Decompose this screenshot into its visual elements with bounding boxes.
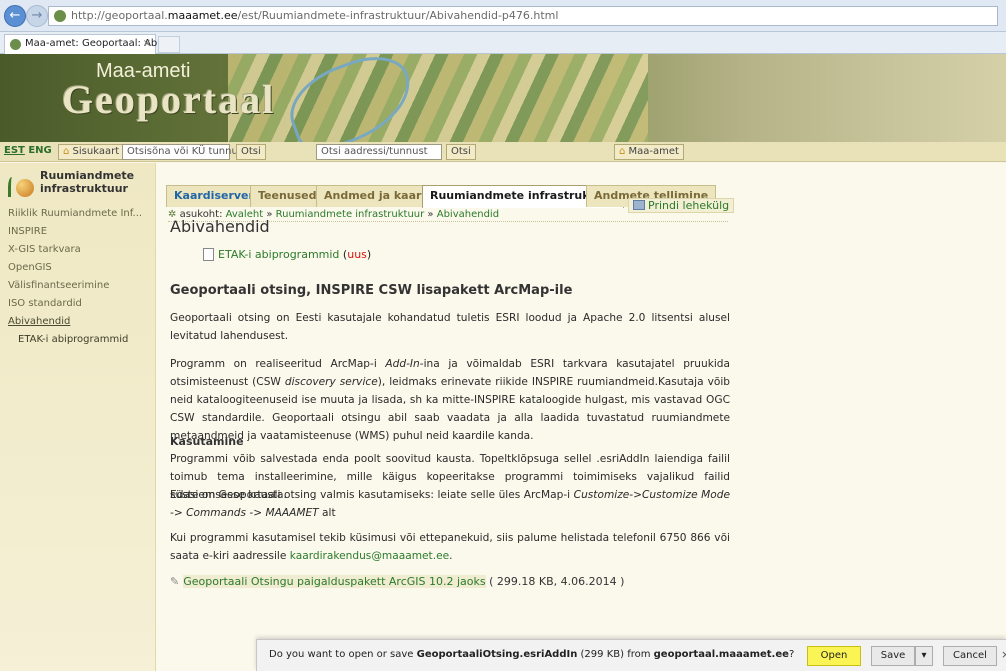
main-content: Kaardiserver Teenused Andmed ja kaardid … (156, 163, 1006, 671)
p4-text-a: Edasi on Geoportaali otsing valmis kasut… (170, 489, 574, 501)
sidebar-item-valisfinantseerimine[interactable]: Välisfinantseerimine (0, 277, 156, 295)
download-notification-bar: Do you want to open or save GeoportaaliO… (256, 639, 1006, 671)
tab-kaardiserver[interactable]: Kaardiserver (166, 185, 262, 207)
cancel-button[interactable]: Cancel (943, 646, 997, 666)
site-header: Maa-ameti Geoportaal (0, 54, 1006, 142)
map-icon: ⌂ (63, 146, 70, 157)
breadcrumb-section[interactable]: Ruumiandmete infrastruktuur (276, 209, 425, 220)
p2-text-a: Programm on realiseeritud ArcMap-i (170, 358, 386, 370)
back-icon[interactable]: ← (4, 5, 26, 27)
save-button[interactable]: Save (871, 646, 915, 666)
left-sidebar: Ruumiandmete infrastruktuur Riiklik Ruum… (0, 163, 156, 671)
new-tab-button[interactable] (158, 36, 180, 53)
sidebar-item-opengis[interactable]: OpenGIS (0, 259, 156, 277)
home-icon: ⌂ (619, 146, 626, 157)
language-switch: EST ENG (4, 144, 52, 160)
paperclip-icon: ✎ (170, 575, 180, 588)
sidebar-item-xgis[interactable]: X-GIS tarkvara (0, 241, 156, 259)
p5-end: . (449, 550, 453, 562)
paragraph-intro: Geoportaali otsing on Eesti kasutajale k… (170, 312, 730, 342)
maa-amet-button[interactable]: ⌂ Maa-amet (614, 144, 684, 160)
site-toolbar: EST ENG ⌂ Sisukaart Otsisõna või KÜ tunn… (0, 142, 1006, 162)
header-map-image (228, 54, 648, 142)
sidebar-item-riiklik[interactable]: Riiklik Ruumiandmete Inf... (0, 205, 156, 223)
lang-est[interactable]: EST (4, 145, 25, 156)
lang-eng[interactable]: ENG (28, 145, 51, 156)
open-button[interactable]: Open (807, 646, 861, 666)
etak-doc-link[interactable]: ETAK-i abiprogrammid (uus) (203, 248, 371, 261)
save-options-dropdown[interactable]: ▾ (915, 646, 933, 666)
usage-title: Kasutamine (170, 435, 244, 448)
url-path: /est/Ruumiandmete-infrastruktuur/Abivahe… (237, 9, 559, 22)
section-title: Geoportaali otsing, INSPIRE CSW lisapake… (170, 283, 573, 298)
breadcrumb-sep: » (427, 209, 434, 220)
close-icon[interactable]: × (1001, 648, 1006, 661)
document-icon (203, 248, 214, 261)
favicon-icon (10, 39, 21, 50)
sidebar-item-inspire[interactable]: INSPIRE (0, 223, 156, 241)
sisukaart-button[interactable]: ⌂ Sisukaart (58, 144, 125, 160)
p4-text-b: alt (318, 507, 336, 519)
paragraph-description: Programm on realiseeritud ArcMap-i Add-I… (170, 355, 730, 445)
address-search-input[interactable]: Otsi aadressi/tunnust (316, 144, 442, 160)
close-tab-icon[interactable]: × (143, 35, 151, 53)
sidebar-item-abivahendid[interactable]: Abivahendid (0, 313, 156, 331)
tab-teenused[interactable]: Teenused (250, 185, 325, 207)
dl-msg-a: Do you want to open or save (269, 649, 417, 660)
browser-address-bar: ← → http://geoportaal.maaamet.ee/est/Ruu… (0, 0, 1006, 32)
browser-tab-bar: Maa-amet: Geoportaal: Abi... × (0, 32, 1006, 54)
sidebar-item-iso[interactable]: ISO standardid (0, 295, 156, 313)
browser-tab[interactable]: Maa-amet: Geoportaal: Abi... × (4, 34, 170, 54)
sidebar-item-etak[interactable]: ETAK-i abiprogrammid (0, 331, 156, 349)
p2-addin: Add-In (385, 358, 420, 370)
url-field[interactable]: http://geoportaal.maaamet.ee/est/Ruumian… (48, 6, 998, 26)
sisukaart-label: Sisukaart (72, 146, 120, 157)
print-label: Prindi lehekülg (648, 199, 730, 212)
address-search-button[interactable]: Otsi (446, 144, 476, 160)
p2-csw: discovery service (284, 376, 378, 388)
golf-icon (6, 169, 34, 199)
sidebar-title-line1: Ruumiandmete (40, 169, 135, 182)
paragraph-contact: Kui programmi kasutamisel tekib küsimusi… (170, 529, 730, 565)
attachment-meta: ( 299.18 KB, 4.06.2014 ) (489, 575, 625, 588)
logo-title[interactable]: Geoportaal (62, 76, 275, 123)
page-title: Abivahendid (170, 217, 270, 236)
dl-filename: GeoportaaliOtsing.esriAddIn (416, 649, 578, 660)
sidebar-nav: Riiklik Ruumiandmete Inf... INSPIRE X-GI… (0, 205, 156, 349)
forward-icon[interactable]: → (26, 5, 48, 27)
dl-msg-b: (299 KB) from (577, 649, 654, 660)
breadcrumb-current[interactable]: Abivahendid (437, 209, 499, 220)
new-badge: uus (347, 248, 367, 261)
sidebar-title-line2: infrastruktuur (40, 182, 128, 195)
url-domain: maaamet.ee (167, 9, 238, 22)
download-message: Do you want to open or save GeoportaaliO… (269, 649, 794, 660)
contact-email-link[interactable]: kaardirakendus@maaamet.ee (290, 550, 449, 562)
search-button[interactable]: Otsi (236, 144, 266, 160)
printer-icon (633, 200, 645, 210)
url-prefix: http://geoportaal. (71, 9, 168, 22)
keyword-search-input[interactable]: Otsisõna või KÜ tunnus (122, 144, 243, 160)
maa-amet-label: Maa-amet (628, 146, 679, 157)
paragraph-usage-path: Edasi on Geoportaali otsing valmis kasut… (170, 486, 730, 522)
dl-source: geoportaal.maaamet.ee (653, 649, 789, 660)
attachment: ✎ Geoportaali Otsingu paigalduspakett Arc… (170, 575, 624, 588)
sidebar-title: Ruumiandmete infrastruktuur (40, 169, 150, 195)
etak-link-label[interactable]: ETAK-i abiprogrammid (218, 248, 339, 261)
attachment-link[interactable]: Geoportaali Otsingu paigalduspakett ArcG… (183, 575, 486, 588)
dl-msg-c: ? (788, 649, 795, 660)
print-page-button[interactable]: Prindi lehekülg (628, 198, 735, 213)
favicon-icon (54, 10, 66, 22)
